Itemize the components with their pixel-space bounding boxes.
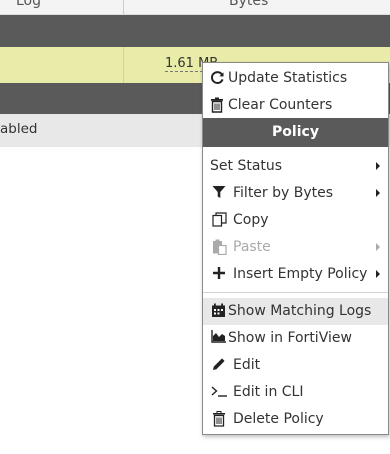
context-menu: Update Statistics Clear Counters Policy … <box>202 62 389 435</box>
area-chart-icon <box>210 330 226 347</box>
column-divider <box>123 0 124 14</box>
menu-item-clear-counters[interactable]: Clear Counters <box>203 92 388 119</box>
menu-item-copy[interactable]: Copy <box>203 207 388 234</box>
column-header-bytes[interactable]: Bytes <box>229 0 268 9</box>
paste-icon <box>211 239 227 256</box>
menu-item-label: Edit in CLI <box>233 384 304 400</box>
menu-item-show-in-fortiview[interactable]: Show in FortiView <box>203 325 388 352</box>
menu-item-filter-by-bytes[interactable]: Filter by Bytes <box>203 180 388 207</box>
terminal-icon <box>211 384 227 401</box>
menu-item-label: Edit <box>233 357 261 373</box>
plus-icon <box>211 266 227 283</box>
column-header-log[interactable]: Log <box>16 0 41 9</box>
pencil-icon <box>211 357 227 374</box>
menu-item-insert-empty-policy[interactable]: Insert Empty Policy <box>203 261 388 288</box>
menu-item-label: Copy <box>233 212 269 228</box>
menu-item-edit-in-cli[interactable]: Edit in CLI <box>203 379 388 406</box>
menu-separator <box>203 292 388 293</box>
column-divider <box>123 47 124 83</box>
submenu-arrow-icon <box>376 270 380 278</box>
submenu-arrow-icon <box>376 189 380 197</box>
menu-item-edit[interactable]: Edit <box>203 352 388 379</box>
submenu-arrow-icon <box>376 162 380 170</box>
menu-item-label: Show Matching Logs <box>228 303 372 319</box>
menu-item-paste[interactable]: Paste <box>203 234 388 261</box>
refresh-icon <box>209 70 225 87</box>
menu-item-set-status[interactable]: Set Status <box>203 153 388 180</box>
menu-item-label: Update Statistics <box>228 70 348 86</box>
menu-item-label: Set Status <box>210 158 283 174</box>
menu-item-update-statistics[interactable]: Update Statistics <box>203 65 388 92</box>
status-cell-text: abled <box>0 121 38 137</box>
calendar-log-icon <box>210 303 226 320</box>
menu-item-show-matching-logs[interactable]: Show Matching Logs <box>203 298 388 325</box>
trash-icon <box>209 97 225 114</box>
submenu-arrow-icon <box>376 243 380 251</box>
menu-section-header-policy: Policy <box>203 118 388 147</box>
menu-item-label: Delete Policy <box>233 411 324 427</box>
table-header-row: Log Bytes <box>0 0 390 15</box>
menu-item-label: Insert Empty Policy <box>233 266 368 282</box>
filter-icon <box>211 185 227 202</box>
section-header-bar[interactable] <box>0 15 390 47</box>
copy-icon <box>211 212 227 229</box>
menu-item-label: Show in FortiView <box>228 330 352 346</box>
menu-item-delete-policy[interactable]: Delete Policy <box>203 406 388 433</box>
trash-icon <box>211 411 227 428</box>
menu-item-label: Clear Counters <box>228 97 333 113</box>
menu-item-label: Filter by Bytes <box>233 185 334 201</box>
menu-item-label: Paste <box>233 239 271 255</box>
